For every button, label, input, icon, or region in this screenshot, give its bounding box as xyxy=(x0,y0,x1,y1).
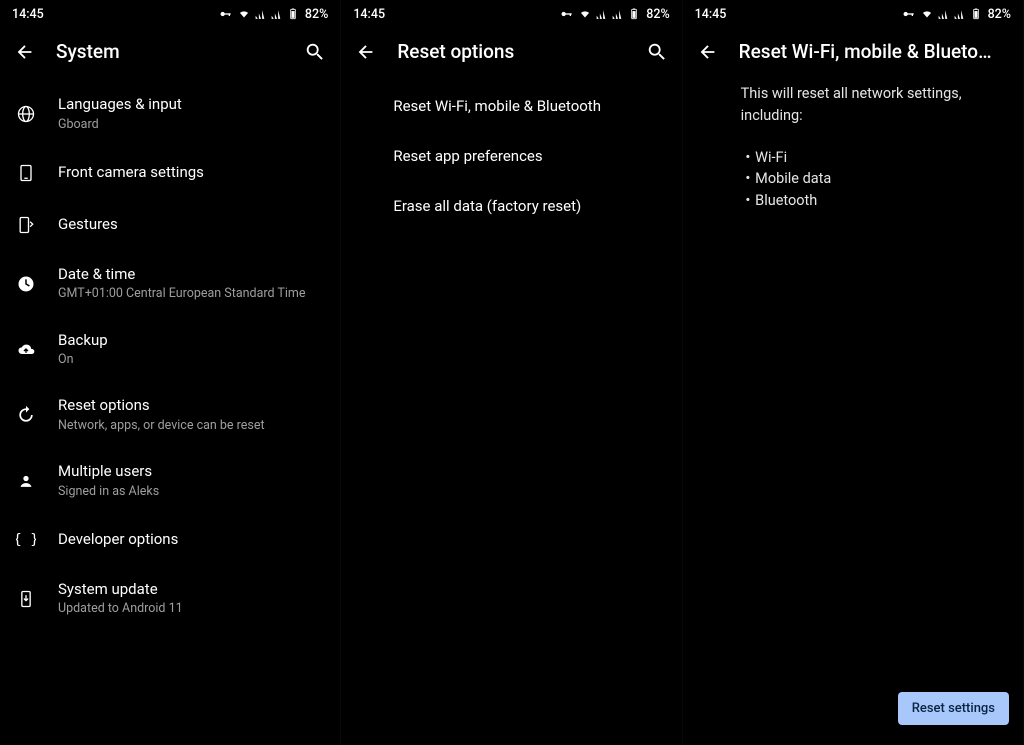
status-icons: 82% xyxy=(218,6,328,22)
pane-reset-options: 14:45 82% Reset options Reset Wi-Fi, mob… xyxy=(341,0,682,745)
back-button[interactable] xyxy=(697,41,719,63)
status-bar: 14:45 82% xyxy=(683,0,1023,28)
restore-icon xyxy=(14,403,38,427)
vpn-key-icon xyxy=(559,6,575,22)
row-title: Front camera settings xyxy=(58,163,324,183)
reset-option-erase-all-data-factory-reset[interactable]: Erase all data (factory reset) xyxy=(341,181,681,231)
row-subtitle: Network, apps, or device can be reset xyxy=(58,418,324,434)
page-title: Reset options xyxy=(397,40,625,63)
person-icon xyxy=(14,469,38,493)
status-time: 14:45 xyxy=(12,7,44,22)
reset-option-reset-app-preferences[interactable]: Reset app preferences xyxy=(341,131,681,181)
swipe-icon xyxy=(14,213,38,237)
wifi-icon xyxy=(237,7,251,21)
arrow-back-icon xyxy=(697,41,719,63)
arrow-back-icon xyxy=(355,41,377,63)
search-icon xyxy=(304,41,326,63)
back-button[interactable] xyxy=(14,41,36,63)
row-title: Date & time xyxy=(58,265,324,285)
row-subtitle: On xyxy=(58,352,324,368)
vpn-key-icon xyxy=(901,6,917,22)
bullets: Wi-FiMobile dataBluetooth xyxy=(741,147,1005,212)
tablet-icon xyxy=(14,161,38,185)
body-text: This will reset all network settings, in… xyxy=(683,77,1023,212)
header: Reset Wi-Fi, mobile & Blueto… xyxy=(683,28,1023,77)
wifi-icon xyxy=(920,7,934,21)
arrow-back-icon xyxy=(14,41,36,63)
battery-icon xyxy=(627,7,641,21)
battery-icon xyxy=(286,7,300,21)
wifi-icon xyxy=(578,7,592,21)
clock-icon xyxy=(14,272,38,296)
status-bar: 14:45 82% xyxy=(0,0,340,28)
row-subtitle: Gboard xyxy=(58,117,324,133)
reset-settings-button[interactable]: Reset settings xyxy=(898,692,1009,725)
settings-row-date-time[interactable]: Date & timeGMT+01:00 Central European St… xyxy=(0,251,340,317)
page-title: System xyxy=(56,40,284,63)
battery-text: 82% xyxy=(305,7,328,22)
settings-row-gestures[interactable]: Gestures xyxy=(0,199,340,251)
settings-row-system-update[interactable]: System updateUpdated to Android 11 xyxy=(0,566,340,632)
status-bar: 14:45 82% xyxy=(341,0,681,28)
battery-text: 82% xyxy=(988,7,1011,22)
pane-system: 14:45 82% System Languages & input Gboard… xyxy=(0,0,341,745)
bullet-wi-fi: Wi-Fi xyxy=(741,147,1005,169)
search-icon xyxy=(646,41,668,63)
header: Reset options xyxy=(341,28,681,77)
row-title: Developer options xyxy=(58,530,324,550)
status-icons: 82% xyxy=(901,6,1011,22)
back-button[interactable] xyxy=(355,41,377,63)
status-time: 14:45 xyxy=(695,7,727,22)
row-subtitle: Updated to Android 11 xyxy=(58,601,324,617)
vpn-key-icon xyxy=(218,6,234,22)
header: System xyxy=(0,28,340,77)
status-time: 14:45 xyxy=(353,7,385,22)
row-subtitle: Signed in as Aleks xyxy=(58,484,324,500)
update-icon xyxy=(14,587,38,611)
battery-text: 82% xyxy=(646,7,669,22)
search-button[interactable] xyxy=(646,41,668,63)
status-icons: 82% xyxy=(559,6,669,22)
row-subtitle: GMT+01:00 Central European Standard Time xyxy=(58,286,324,302)
signal-icon xyxy=(595,8,608,21)
settings-row-backup[interactable]: BackupOn xyxy=(0,317,340,383)
page-title: Reset Wi-Fi, mobile & Blueto… xyxy=(739,40,1009,63)
row-title: System update xyxy=(58,580,324,600)
settings-list: Languages & input Gboard Front camera sett… xyxy=(0,77,340,632)
intro-text: This will reset all network settings, in… xyxy=(741,83,1005,127)
signal-icon xyxy=(937,8,950,21)
braces-icon xyxy=(14,528,38,552)
row-title: Gestures xyxy=(58,215,324,235)
row-title: Multiple users xyxy=(58,462,324,482)
signal-icon xyxy=(611,8,624,21)
reset-options-list: Reset Wi-Fi, mobile & BluetoothReset app… xyxy=(341,77,681,231)
bullet-bluetooth: Bluetooth xyxy=(741,190,1005,212)
settings-row-developer-options[interactable]: Developer options xyxy=(0,514,340,566)
settings-row-front-camera-settings[interactable]: Front camera settings xyxy=(0,147,340,199)
battery-icon xyxy=(969,7,983,21)
search-button[interactable] xyxy=(304,41,326,63)
signal-icon xyxy=(270,8,283,21)
settings-row-languages-input[interactable]: Languages & input Gboard xyxy=(0,81,340,147)
globe-icon xyxy=(14,102,38,126)
pane-reset-network: 14:45 82% Reset Wi-Fi, mobile & Blueto… … xyxy=(683,0,1024,745)
reset-option-reset-wi-fi-mobile-bluetooth[interactable]: Reset Wi-Fi, mobile & Bluetooth xyxy=(341,81,681,131)
settings-row-reset-options[interactable]: Reset options Network, apps, or device ca… xyxy=(0,382,340,448)
cloud-up-icon xyxy=(14,337,38,361)
bullet-mobile-data: Mobile data xyxy=(741,168,1005,190)
settings-row-multiple-users[interactable]: Multiple users Signed in as Aleks xyxy=(0,448,340,514)
signal-icon xyxy=(953,8,966,21)
row-title: Languages & input xyxy=(58,95,324,115)
row-title: Reset options xyxy=(58,396,324,416)
row-title: Backup xyxy=(58,331,324,351)
signal-icon xyxy=(254,8,267,21)
